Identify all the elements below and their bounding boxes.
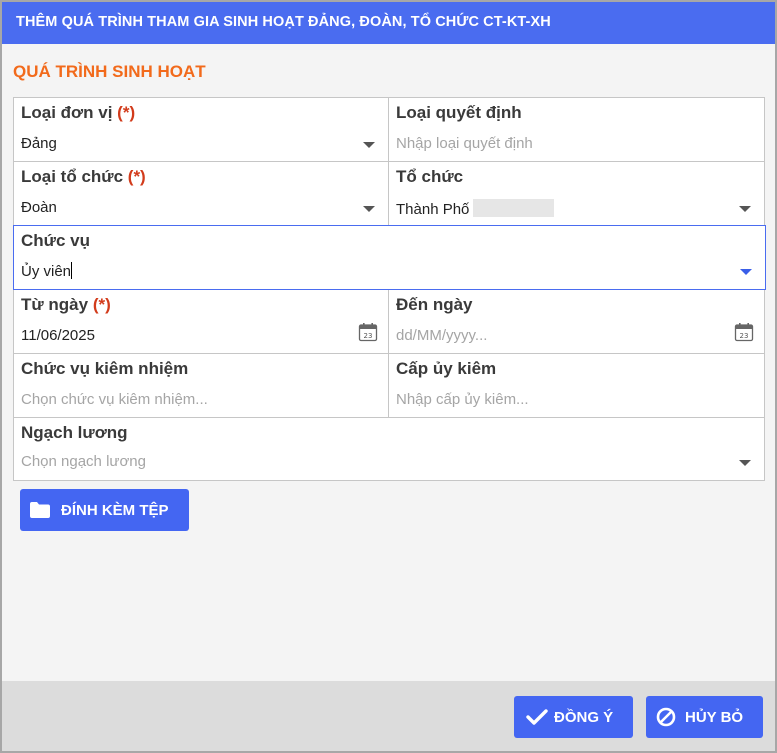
calendar-day: 23 xyxy=(740,332,749,340)
chuc-vu-kiem-nhiem-label: Chức vụ kiêm nhiệm xyxy=(21,359,189,378)
ngach-luong-select[interactable]: Ngạch lương Chọn ngạch lương xyxy=(14,418,765,481)
chuc-vu-select[interactable]: Chức vụ Ủy viên xyxy=(13,225,766,290)
cancel-label: HỦY BỎ xyxy=(685,708,744,726)
ngach-luong-input[interactable]: Chọn ngạch lương xyxy=(21,453,146,470)
to-chuc-label: Tổ chức xyxy=(396,167,464,186)
ok-label: ĐỒNG Ý xyxy=(554,708,614,726)
loai-to-chuc-value: Đoàn xyxy=(21,199,57,216)
add-activity-dialog: THÊM QUÁ TRÌNH THAM GIA SINH HOẠT ĐẢNG, … xyxy=(0,0,777,753)
text-cursor xyxy=(71,262,73,279)
activity-form: Loại đơn vị (*) Đảng Loại quyết định Nhậ… xyxy=(13,97,766,481)
loai-don-vi-value: Đảng xyxy=(21,135,57,152)
chevron-down-icon[interactable] xyxy=(363,142,375,148)
tu-ngay-field[interactable]: Từ ngày (*) 11/06/2025 23 xyxy=(14,290,389,354)
loai-quyet-dinh-input[interactable]: Nhập loại quyết định xyxy=(396,135,533,152)
loai-to-chuc-select[interactable]: Loại tổ chức (*) Đoàn xyxy=(14,162,389,226)
tu-ngay-input[interactable]: 11/06/2025 xyxy=(21,327,95,344)
chuc-vu-value: Ủy viên xyxy=(21,263,72,280)
chuc-vu-kiem-nhiem-field[interactable]: Chức vụ kiêm nhiệm Chọn chức vụ kiêm nhi… xyxy=(14,354,389,418)
attach-file-button[interactable]: ĐÍNH KÈM TỆP xyxy=(20,489,189,531)
loai-quyet-dinh-field[interactable]: Loại quyết định Nhập loại quyết định xyxy=(389,98,765,162)
chevron-down-icon[interactable] xyxy=(740,269,752,275)
tu-ngay-label: Từ ngày xyxy=(21,295,89,314)
to-chuc-select[interactable]: Tổ chức Thành Phố xyxy=(389,162,765,226)
cap-uy-kiem-field[interactable]: Cấp ủy kiêm Nhập cấp ủy kiêm... xyxy=(389,354,765,418)
ban-icon xyxy=(656,707,676,727)
chevron-down-icon[interactable] xyxy=(363,206,375,212)
calendar-day: 23 xyxy=(364,332,373,340)
attach-file-label: ĐÍNH KÈM TỆP xyxy=(61,501,169,519)
to-chuc-value-group: Thành Phố xyxy=(396,199,555,218)
cap-uy-kiem-input[interactable]: Nhập cấp ủy kiêm... xyxy=(396,391,529,408)
folder-icon xyxy=(30,502,50,518)
redacted-text xyxy=(473,199,555,217)
loai-to-chuc-label: Loại tổ chức xyxy=(21,167,124,186)
loai-quyet-dinh-label: Loại quyết định xyxy=(396,103,522,122)
cap-uy-kiem-label: Cấp ủy kiêm xyxy=(396,359,497,378)
den-ngay-field[interactable]: Đến ngày dd/MM/yyyy... 23 xyxy=(389,290,765,354)
to-chuc-value: Thành Phố xyxy=(396,201,470,218)
chuc-vu-value-group: Ủy viên xyxy=(21,262,73,280)
loai-don-vi-select[interactable]: Loại đơn vị (*) Đảng xyxy=(14,98,389,162)
required-mark: (*) xyxy=(117,103,136,122)
loai-don-vi-label-group: Loại đơn vị (*) xyxy=(21,103,135,123)
dialog-title: THÊM QUÁ TRÌNH THAM GIA SINH HOẠT ĐẢNG, … xyxy=(2,2,775,44)
required-mark: (*) xyxy=(92,295,111,314)
den-ngay-input[interactable]: dd/MM/yyyy... xyxy=(396,327,487,344)
loai-to-chuc-label-group: Loại tổ chức (*) xyxy=(21,167,146,187)
ngach-luong-label: Ngạch lương xyxy=(21,423,128,442)
chuc-vu-label: Chức vụ xyxy=(21,231,90,250)
loai-don-vi-label: Loại đơn vị xyxy=(21,103,113,122)
chevron-down-icon[interactable] xyxy=(739,206,751,212)
section-title: QUÁ TRÌNH SINH HOẠT xyxy=(13,62,206,81)
calendar-icon[interactable]: 23 xyxy=(358,322,378,342)
tu-ngay-label-group: Từ ngày (*) xyxy=(21,295,111,315)
ok-button[interactable]: ĐỒNG Ý xyxy=(514,696,633,738)
chuc-vu-kiem-nhiem-input[interactable]: Chọn chức vụ kiêm nhiệm... xyxy=(21,391,208,408)
cancel-button[interactable]: HỦY BỎ xyxy=(646,696,763,738)
required-mark: (*) xyxy=(127,167,146,186)
calendar-icon[interactable]: 23 xyxy=(734,322,754,342)
chevron-down-icon[interactable] xyxy=(739,460,751,466)
den-ngay-label: Đến ngày xyxy=(396,295,473,314)
check-icon xyxy=(526,709,548,725)
